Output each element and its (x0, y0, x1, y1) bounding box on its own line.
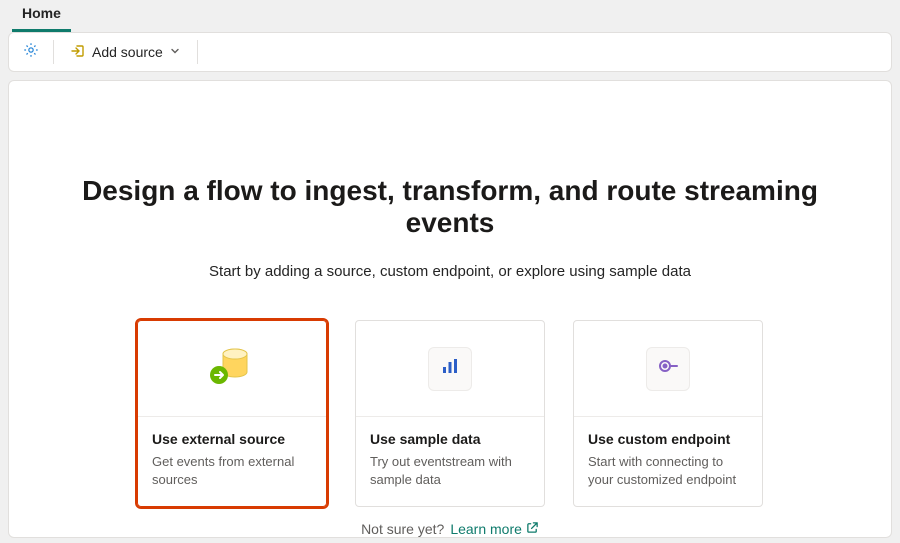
page-title: Design a flow to ingest, transform, and … (9, 175, 891, 239)
card-body: Use external source Get events from exte… (138, 417, 326, 506)
add-source-label: Add source (92, 44, 163, 60)
settings-button[interactable] (17, 38, 45, 66)
card-external-source[interactable]: Use external source Get events from exte… (137, 320, 327, 507)
bar-chart-icon (439, 355, 461, 382)
card-sample-data[interactable]: Use sample data Try out eventstream with… (355, 320, 545, 507)
learn-more-label: Learn more (450, 521, 522, 537)
gear-icon (22, 41, 40, 64)
endpoint-icon (657, 355, 679, 382)
card-body: Use custom endpoint Start with connectin… (574, 417, 762, 506)
option-cards-row: Use external source Get events from exte… (9, 320, 891, 507)
toolbar-separator-2 (197, 40, 198, 64)
not-sure-row: Not sure yet? Learn more (9, 521, 891, 537)
icon-tile (428, 347, 472, 391)
main-canvas: Design a flow to ingest, transform, and … (8, 80, 892, 538)
card-icon-area (356, 321, 544, 417)
card-desc: Get events from external sources (152, 453, 312, 488)
chevron-down-icon (169, 44, 181, 60)
add-source-icon (70, 43, 86, 62)
icon-tile (646, 347, 690, 391)
tab-home[interactable]: Home (12, 0, 71, 32)
database-arrow-icon (205, 339, 259, 398)
card-desc: Try out eventstream with sample data (370, 453, 530, 488)
page-subtitle: Start by adding a source, custom endpoin… (9, 263, 891, 280)
card-desc: Start with connecting to your customized… (588, 453, 748, 488)
tab-bar: Home (0, 0, 900, 32)
toolbar-container: Add source (0, 32, 900, 80)
add-source-button[interactable]: Add source (62, 39, 189, 66)
card-title: Use sample data (370, 431, 530, 447)
card-custom-endpoint[interactable]: Use custom endpoint Start with connectin… (573, 320, 763, 507)
card-icon-area (138, 321, 326, 417)
card-icon-area (574, 321, 762, 417)
toolbar: Add source (8, 32, 892, 72)
toolbar-separator (53, 40, 54, 64)
learn-more-link[interactable]: Learn more (450, 521, 539, 537)
card-body: Use sample data Try out eventstream with… (356, 417, 544, 506)
card-title: Use custom endpoint (588, 431, 748, 447)
main-area: Design a flow to ingest, transform, and … (0, 80, 900, 538)
card-title: Use external source (152, 431, 312, 447)
not-sure-label: Not sure yet? (361, 521, 444, 537)
external-link-icon (526, 521, 539, 537)
